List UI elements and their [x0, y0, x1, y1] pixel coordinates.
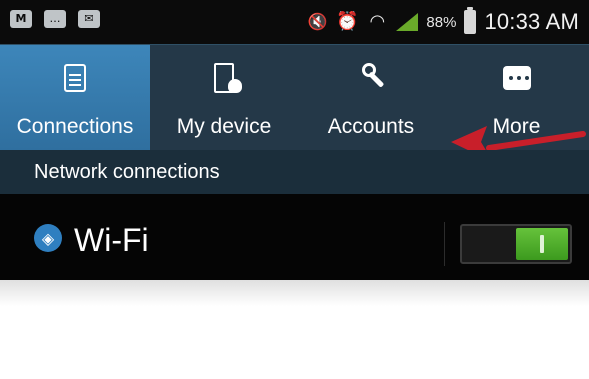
- gmail-icon: [10, 10, 32, 28]
- messenger-icon: [44, 10, 66, 28]
- tab-more[interactable]: More: [444, 45, 589, 150]
- wifi-toggle[interactable]: [460, 224, 572, 264]
- device-icon: [207, 61, 242, 95]
- tab-label: More: [492, 115, 541, 138]
- connections-icon: [58, 61, 92, 95]
- battery-icon: [464, 7, 477, 34]
- status-icons: 88% 10:33 AM: [306, 6, 579, 38]
- wifi-icon: ◈: [34, 224, 62, 252]
- tab-accounts[interactable]: Accounts: [298, 45, 444, 150]
- status-bar: 88% 10:33 AM: [0, 0, 589, 44]
- key-icon: [354, 61, 388, 95]
- wifi-setting-row[interactable]: ◈ Wi-Fi: [0, 194, 589, 280]
- alarm-icon: [336, 11, 358, 33]
- tab-my-device[interactable]: My device: [150, 45, 298, 150]
- signal-icon: [396, 13, 419, 31]
- wifi-icon: [366, 11, 388, 33]
- tab-label: Accounts: [327, 115, 415, 138]
- battery-percent: 88%: [426, 13, 457, 31]
- toggle-on-indicator: [516, 228, 568, 260]
- more-icon-shape: [502, 66, 531, 90]
- phone-screenshot: 88% 10:33 AM Connections My device Accou…: [0, 0, 589, 379]
- more-icon: [500, 61, 534, 95]
- status-time: 10:33 AM: [484, 9, 579, 34]
- device-icon-shape: [214, 63, 242, 93]
- key-icon-shape: [356, 63, 386, 93]
- torn-paper-edge: [0, 280, 589, 379]
- notification-icons: [10, 10, 100, 28]
- settings-tab-bar: Connections My device Accounts More: [0, 44, 589, 150]
- section-header: Network connections: [0, 150, 589, 194]
- email-icon: [78, 10, 100, 28]
- tab-label: Connections: [16, 115, 134, 138]
- tab-label: My device: [176, 115, 272, 138]
- tab-connections[interactable]: Connections: [0, 45, 150, 150]
- mute-icon: [306, 11, 328, 33]
- wifi-label: Wi-Fi: [74, 222, 149, 258]
- row-divider: [444, 222, 445, 266]
- connections-icon-shape: [64, 64, 86, 92]
